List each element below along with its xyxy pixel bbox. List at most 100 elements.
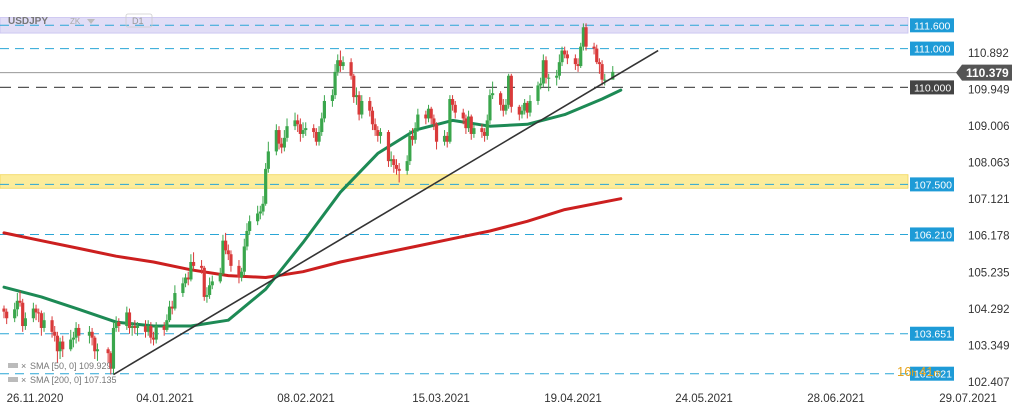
candle-body xyxy=(264,168,268,204)
x-tick-label: 24.05.2021 xyxy=(675,393,733,405)
level-label: 111.000 xyxy=(914,44,951,56)
price-chart[interactable]: 110.892 109.949 109.006 108.063 107.121 106.1… xyxy=(0,0,1024,416)
candle-body xyxy=(245,230,249,247)
y-tick-label: 107.121 xyxy=(968,194,1010,206)
candle-body xyxy=(413,128,417,140)
candle-body xyxy=(429,108,433,119)
candle-body xyxy=(397,168,401,171)
y-tick-label: 104.292 xyxy=(968,304,1010,316)
candle-body xyxy=(202,267,206,297)
candle-body xyxy=(584,27,588,47)
x-tick-label: 26.11.2020 xyxy=(7,393,64,405)
candle-body xyxy=(5,311,9,319)
candle-body xyxy=(127,312,132,328)
candle-body xyxy=(394,164,399,169)
timer-minutes: 41 xyxy=(919,364,933,379)
timer-m: m xyxy=(933,368,941,378)
legend-sma50-icon xyxy=(8,363,18,368)
candle-body xyxy=(370,110,375,125)
candle-body xyxy=(18,300,22,303)
candle-body xyxy=(224,240,228,251)
candle-body xyxy=(210,281,214,286)
candle-body xyxy=(320,118,324,133)
candle-body xyxy=(34,308,38,313)
candle-body xyxy=(266,151,270,169)
x-tick-label: 28.06.2021 xyxy=(807,393,865,405)
candle-body xyxy=(173,293,177,309)
candle-body xyxy=(592,46,596,49)
candle-body xyxy=(341,62,345,67)
legend-sma200-close-icon: × xyxy=(21,375,26,385)
candle-body xyxy=(199,265,204,268)
y-tick-label: 108.063 xyxy=(968,158,1010,170)
candle-body xyxy=(488,95,492,121)
candle-body xyxy=(539,83,543,86)
candle-body xyxy=(603,79,607,81)
candle-body xyxy=(491,93,495,96)
candle-body xyxy=(90,331,94,338)
candle-body xyxy=(573,58,577,65)
candle-body xyxy=(312,128,316,133)
candle-body xyxy=(322,100,326,119)
candle-body xyxy=(432,118,436,125)
level-label: 111.600 xyxy=(914,20,951,32)
candle-body xyxy=(434,124,439,142)
candle-body xyxy=(77,327,81,336)
candle-body xyxy=(448,99,452,142)
candle-body xyxy=(392,159,396,165)
candle-body xyxy=(330,95,335,101)
x-tick-label: 19.04.2021 xyxy=(544,393,602,405)
candle-body xyxy=(167,306,172,321)
sma50-line xyxy=(2,88,623,328)
candle-body xyxy=(520,110,524,115)
candle-body xyxy=(218,273,222,282)
candle-body xyxy=(154,326,158,340)
timeframe-label: D1 xyxy=(132,16,144,26)
y-tick-label: 106.178 xyxy=(968,231,1010,243)
candle-body xyxy=(2,308,6,312)
timer-hours: 16 xyxy=(897,364,911,379)
candle-body xyxy=(547,77,551,79)
candle-body xyxy=(304,128,308,131)
candle-body xyxy=(229,254,233,266)
candle-body xyxy=(373,124,377,131)
y-tick-label: 102.407 xyxy=(968,377,1010,389)
candle-body xyxy=(296,120,300,125)
candle-body xyxy=(563,50,567,55)
candle-body xyxy=(23,318,27,327)
x-tick-label: 08.02.2021 xyxy=(277,393,335,405)
candle-body xyxy=(256,213,260,222)
candle-body xyxy=(416,114,420,129)
candle-body xyxy=(555,75,559,78)
candle-body xyxy=(50,320,54,332)
candle-body xyxy=(485,120,489,136)
level-label: 107.500 xyxy=(914,179,952,191)
candle-body xyxy=(349,62,353,76)
candle-body xyxy=(135,326,140,328)
candle-body xyxy=(509,75,513,107)
candle-body xyxy=(242,246,246,272)
y-tick-label: 105.235 xyxy=(968,267,1010,279)
symbol-label: USDJPY xyxy=(8,16,48,27)
legend-sma200-icon xyxy=(8,377,18,382)
candle-body xyxy=(600,64,604,80)
candle-body xyxy=(405,161,409,171)
candle-body xyxy=(536,85,540,101)
currency-hint: ZK xyxy=(70,17,81,26)
candle-body xyxy=(95,349,100,352)
sma200-line xyxy=(2,197,623,279)
legend-sma50-label: SMA [50, 0] 109.929 xyxy=(30,361,112,371)
candle-body xyxy=(472,128,476,134)
candle-body xyxy=(226,250,230,255)
candle-body xyxy=(191,261,196,266)
candle-body xyxy=(333,71,337,96)
candle-body xyxy=(61,341,65,350)
candle-body xyxy=(282,137,286,148)
candle-body xyxy=(301,130,305,134)
candle-body xyxy=(117,322,121,327)
y-tick-label: 109.949 xyxy=(968,84,1010,96)
candle-timer: 16h 41m xyxy=(897,364,941,379)
legend-sma50-close-icon: × xyxy=(21,361,26,371)
candle-body xyxy=(93,337,97,352)
candle-body xyxy=(480,128,484,133)
